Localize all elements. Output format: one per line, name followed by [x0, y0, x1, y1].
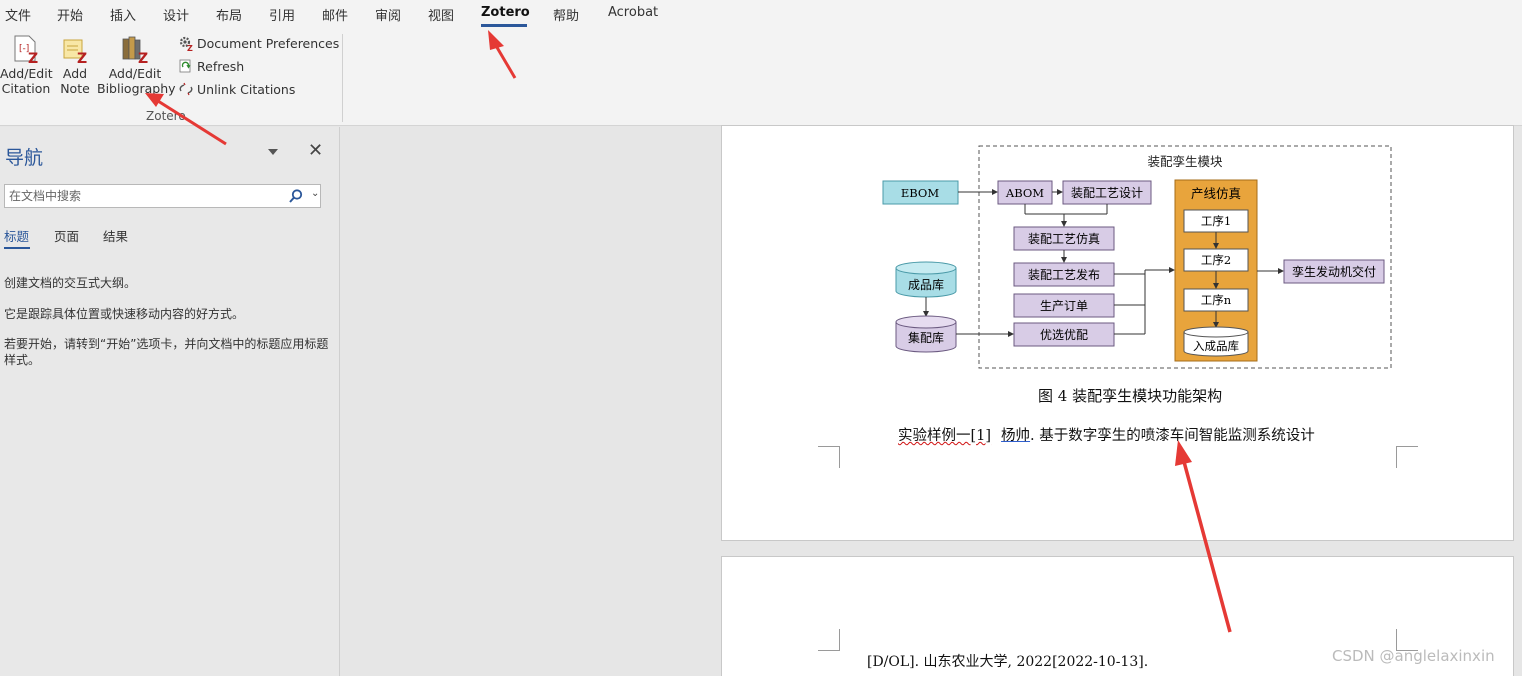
navigation-pane: 导航 ✕ ⌄ 标题 页面 结果 创建文档的交互式大纲。 它是跟踪具体位置或快速移…: [0, 127, 340, 676]
process-release-label: 装配工艺发布: [1028, 267, 1100, 282]
step1-label: 工序1: [1201, 214, 1231, 228]
add-edit-citation-button[interactable]: [-] Z Add/Edit Citation: [0, 34, 53, 96]
menu-acrobat[interactable]: Acrobat: [608, 5, 658, 20]
menu-design[interactable]: 设计: [163, 5, 189, 24]
word-window: 文件 开始 插入 设计 布局 引用 邮件 审阅 视图 Zotero 帮助 Acr…: [0, 0, 1522, 676]
tab-results[interactable]: 结果: [103, 226, 128, 245]
ribbon-separator: [342, 34, 343, 122]
stepn-label: 工序n: [1201, 293, 1232, 307]
nav-title: 导航: [5, 147, 44, 169]
into-store-label: 入成品库: [1193, 339, 1239, 353]
nav-hint-2: 它是跟踪具体位置或快速移动内容的好方式。: [4, 307, 245, 321]
search-icon[interactable]: [288, 188, 304, 204]
menu-references[interactable]: 引用: [269, 5, 295, 24]
menu-help[interactable]: 帮助: [553, 5, 579, 24]
document-page[interactable]: 装配孪生模块 EBOM ABOM 装配工艺设计 装配工艺仿真 装配工艺发布 生产…: [721, 125, 1514, 541]
refresh-label: Refresh: [197, 58, 245, 74]
menu-zotero[interactable]: Zotero: [481, 5, 530, 20]
margin-corner-mark: [1396, 446, 1418, 468]
add-edit-citation-label: Add/Edit Citation: [0, 66, 53, 96]
reference-continuation: [D/OL]. 山东农业大学, 2022[2022-10-13].: [867, 654, 1149, 670]
optimize-label: 优选优配: [1040, 328, 1088, 342]
search-input[interactable]: [5, 185, 275, 207]
menu-layout[interactable]: 布局: [216, 5, 242, 24]
reference-line[interactable]: 实验样例一[1] 杨帅. 基于数字孪生的喷漆车间智能监测系统设计: [898, 424, 1315, 445]
search-options-chevron-icon[interactable]: ⌄: [311, 188, 319, 199]
process-sim-label: 装配工艺仿真: [1028, 232, 1100, 246]
chevron-down-icon[interactable]: [268, 149, 278, 155]
tab-pages[interactable]: 页面: [54, 226, 79, 245]
production-order-label: 生产订单: [1040, 299, 1088, 313]
ebom-label: EBOM: [901, 186, 939, 200]
delivery-label: 孪生发动机交付: [1292, 264, 1376, 279]
module-title: 装配孪生模块: [1147, 154, 1223, 169]
unlink-citations-label: Unlink Citations: [197, 81, 296, 97]
nav-hint-1: 创建文档的交互式大纲。: [4, 276, 137, 290]
menu-file[interactable]: 文件: [5, 5, 31, 24]
ribbon-group-label: Zotero: [146, 109, 186, 123]
csdn-watermark: CSDN @anglelaxinxin: [1332, 647, 1495, 665]
svg-text:Z: Z: [187, 44, 193, 51]
reference-prefix: 实验样例一[1]: [898, 428, 992, 444]
svg-text:Z: Z: [77, 51, 87, 64]
nav-tab-indicator: [4, 247, 30, 249]
menu-home[interactable]: 开始: [57, 5, 83, 24]
menu-view[interactable]: 视图: [428, 5, 454, 24]
menu-mailings[interactable]: 邮件: [322, 5, 348, 24]
line-sim-label: 产线仿真: [1191, 186, 1241, 201]
document-preferences-button[interactable]: Z Document Preferences: [178, 35, 339, 51]
reference-title: . 基于数字孪生的喷漆车间智能监测系统设计: [1030, 428, 1315, 444]
nav-search-box: ⌄: [4, 184, 321, 208]
figure-caption: 图 4 装配孪生模块功能架构: [1038, 387, 1223, 405]
svg-text:Z: Z: [138, 51, 148, 64]
refresh-button[interactable]: Refresh: [178, 58, 244, 74]
menu-review[interactable]: 审阅: [375, 5, 401, 24]
nav-hint-3: 若要开始，请转到“开始”选项卡，并向文档中的标题应用标题样式。: [4, 337, 329, 367]
zotero-ribbon: [-] Z Add/Edit Citation Z Add Note Z Add…: [0, 28, 1522, 126]
margin-corner-mark: [818, 446, 840, 468]
add-edit-bibliography-button[interactable]: Z Add/Edit Bibliography: [97, 34, 176, 96]
tab-headings[interactable]: 标题: [4, 226, 29, 245]
kit-store-label: 集配库: [908, 330, 944, 345]
note-icon: Z: [60, 34, 90, 67]
active-tab-indicator: [481, 24, 527, 27]
abom-label: ABOM: [1005, 186, 1044, 200]
process-design-label: 装配工艺设计: [1071, 186, 1143, 200]
step2-label: 工序2: [1201, 253, 1231, 267]
add-note-button[interactable]: Z Add Note: [56, 34, 94, 96]
architecture-diagram: 装配孪生模块 EBOM ABOM 装配工艺设计 装配工艺仿真 装配工艺发布 生产…: [882, 145, 1392, 369]
citation-icon: [-] Z: [11, 34, 41, 67]
document-area: 装配孪生模块 EBOM ABOM 装配工艺设计 装配工艺仿真 装配工艺发布 生产…: [341, 125, 1522, 676]
menu-insert[interactable]: 插入: [110, 5, 136, 24]
svg-text:Z: Z: [28, 51, 38, 64]
refresh-icon: [179, 59, 191, 73]
unlink-citations-button[interactable]: Unlink Citations: [178, 81, 295, 97]
reference-author: 杨帅: [1001, 428, 1031, 444]
product-store-label: 成品库: [908, 277, 944, 292]
close-icon[interactable]: ✕: [308, 140, 323, 161]
add-note-label: Add Note: [60, 66, 90, 96]
document-preferences-label: Document Preferences: [197, 35, 340, 51]
add-edit-bibliography-label: Add/Edit Bibliography: [97, 66, 176, 96]
unlink-icon: [179, 82, 193, 96]
bibliography-icon: Z: [120, 34, 150, 67]
gear-icon: Z: [179, 36, 193, 51]
menu-bar: 文件 开始 插入 设计 布局 引用 邮件 审阅 视图 Zotero 帮助 Acr…: [0, 0, 1522, 28]
margin-corner-mark: [818, 629, 840, 651]
